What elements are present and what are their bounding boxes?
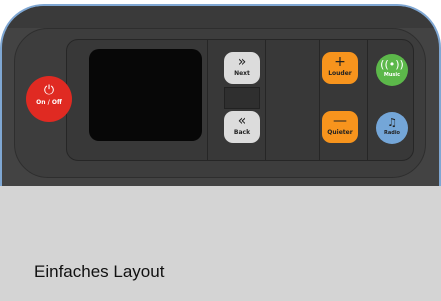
- louder-label: Louder: [328, 70, 352, 77]
- music-note-icon: ♫: [387, 116, 397, 129]
- panel-divider: [207, 40, 208, 160]
- next-button[interactable]: » Next: [224, 52, 260, 84]
- power-button[interactable]: ⏻ On / Off: [26, 76, 72, 122]
- panel-divider: [319, 40, 320, 160]
- back-label: Back: [233, 129, 251, 136]
- next-label: Next: [234, 70, 250, 77]
- device-card: ⏻ On / Off » Next « Back + Louder — Quie…: [0, 0, 441, 301]
- back-button[interactable]: « Back: [224, 111, 260, 143]
- radio-label: Radio: [384, 130, 400, 136]
- power-icon: ⏻: [43, 83, 55, 98]
- plus-icon: +: [334, 54, 346, 70]
- button-separator: [224, 87, 260, 109]
- minus-icon: —: [333, 113, 347, 129]
- panel-divider: [265, 40, 266, 160]
- caption-title: Einfaches Layout: [34, 262, 165, 281]
- power-label: On / Off: [36, 99, 62, 106]
- broadcast-icon: ((•)): [380, 58, 404, 71]
- music-button[interactable]: ((•)) Music: [376, 54, 408, 86]
- double-chevron-left-icon: «: [237, 113, 247, 129]
- caption-area: [0, 186, 441, 301]
- double-chevron-right-icon: »: [237, 54, 247, 70]
- display-screen: [89, 49, 202, 141]
- radio-button[interactable]: ♫ Radio: [376, 112, 408, 144]
- housing-top: [2, 6, 439, 28]
- louder-button[interactable]: + Louder: [322, 52, 358, 84]
- music-label: Music: [383, 72, 401, 78]
- quieter-button[interactable]: — Quieter: [322, 111, 358, 143]
- quieter-label: Quieter: [327, 129, 353, 136]
- panel-divider: [367, 40, 368, 160]
